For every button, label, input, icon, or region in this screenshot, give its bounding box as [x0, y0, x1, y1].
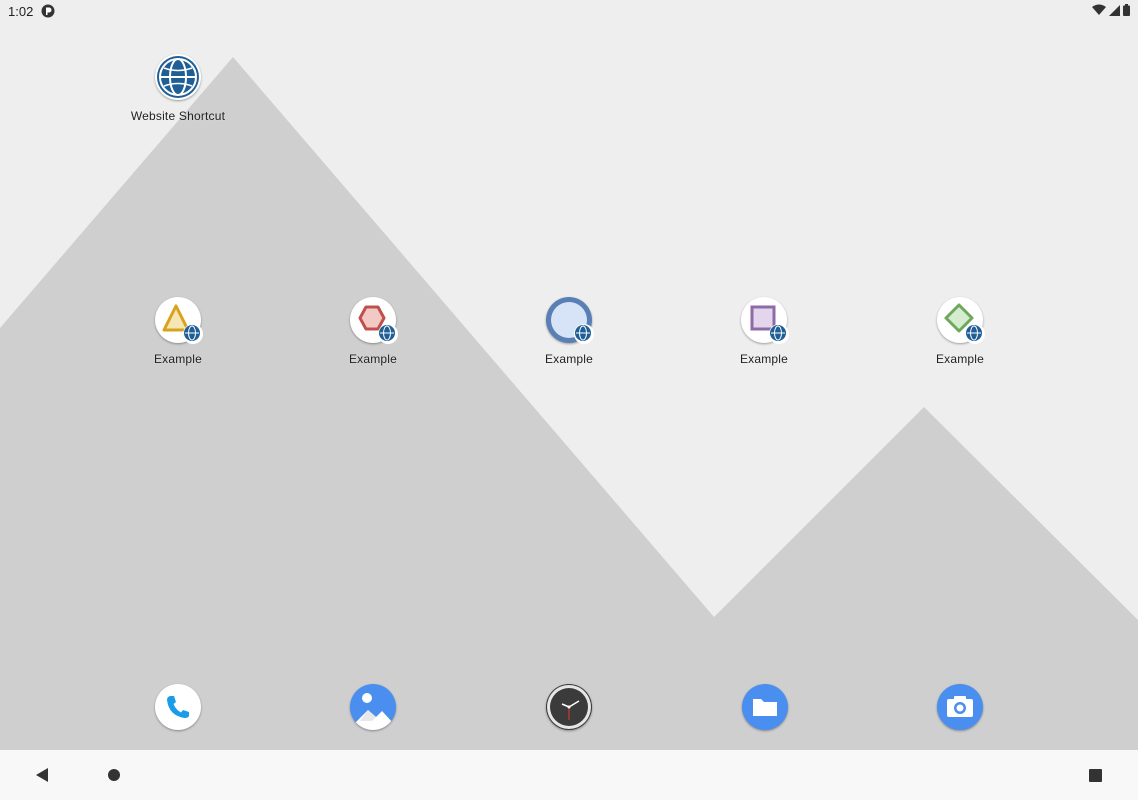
camera-icon[interactable] — [937, 684, 983, 730]
recents-icon[interactable] — [1089, 769, 1102, 787]
clock-icon[interactable] — [546, 684, 592, 730]
app-label: Example — [153, 352, 203, 366]
home-icon[interactable] — [107, 768, 121, 787]
app-example-diamond[interactable]: Example — [900, 297, 1020, 366]
files-icon[interactable] — [742, 684, 788, 730]
app-example-hexagon[interactable]: Example — [313, 297, 433, 366]
triangle-icon — [155, 297, 203, 344]
globe-badge-icon — [183, 324, 203, 344]
website-shortcut-label: Website Shortcut — [130, 109, 226, 123]
app-label: Example — [544, 352, 594, 366]
square-icon — [741, 297, 789, 344]
globe-badge-icon — [574, 324, 594, 344]
globe-icon — [155, 54, 201, 100]
globe-badge-icon — [965, 324, 985, 344]
hexagon-icon — [350, 297, 398, 344]
back-icon[interactable] — [35, 768, 49, 787]
globe-badge-icon — [769, 324, 789, 344]
sync-app-icon — [41, 4, 55, 18]
app-label: Example — [935, 352, 985, 366]
battery-icon — [1123, 4, 1130, 16]
app-label: Example — [739, 352, 789, 366]
navigation-bar — [0, 750, 1138, 800]
website-shortcut[interactable]: Website Shortcut — [118, 54, 238, 123]
phone-icon[interactable] — [155, 684, 201, 730]
diamond-icon — [937, 297, 985, 344]
wifi-icon — [1092, 4, 1106, 16]
globe-badge-icon — [378, 324, 398, 344]
status-time: 1:02 — [8, 4, 34, 19]
gallery-icon[interactable] — [350, 684, 396, 730]
app-label: Example — [348, 352, 398, 366]
app-example-circle[interactable]: Example — [509, 297, 629, 366]
circle-icon — [546, 297, 594, 344]
app-example-square[interactable]: Example — [704, 297, 824, 366]
status-bar: 1:02 — [0, 0, 1138, 24]
cell-signal-icon — [1109, 4, 1120, 16]
app-example-triangle[interactable]: Example — [118, 297, 238, 366]
